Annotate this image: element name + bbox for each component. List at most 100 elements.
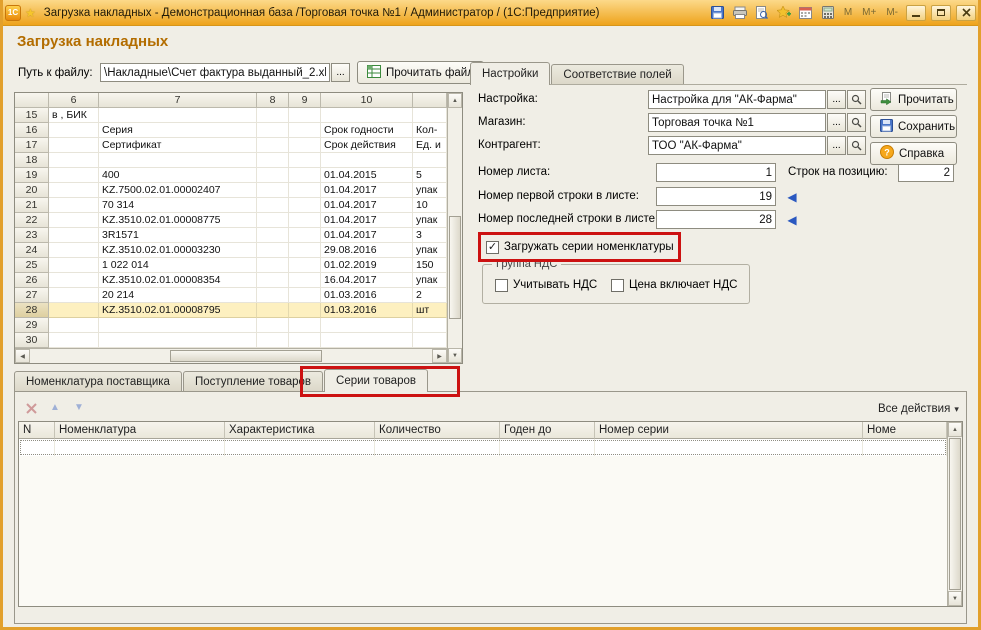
grid-column-header[interactable]: 6 <box>49 93 99 108</box>
nastroika-browse-button[interactable]: ... <box>827 90 846 109</box>
vat-included-label[interactable]: Цена включает НДС <box>629 279 737 291</box>
close-button[interactable] <box>956 5 976 21</box>
grid-cell[interactable]: 01.03.2016 <box>321 303 413 318</box>
bottom-table-column-header[interactable]: Номе <box>863 422 947 439</box>
grid-cell[interactable] <box>289 318 321 333</box>
grid-row-number[interactable]: 27 <box>15 288 49 303</box>
grid-horizontal-scrollbar[interactable]: ◀ ▶ <box>15 348 447 363</box>
grid-cell[interactable] <box>49 153 99 168</box>
grid-cell[interactable] <box>321 153 413 168</box>
grid-row-number[interactable]: 21 <box>15 198 49 213</box>
table-vertical-scrollbar[interactable]: ▲ ▼ <box>947 422 962 606</box>
grid-cell[interactable]: 20 214 <box>99 288 257 303</box>
calculator-icon[interactable] <box>819 4 837 21</box>
grid-cell[interactable] <box>289 138 321 153</box>
grid-cell[interactable] <box>49 243 99 258</box>
grid-cell[interactable]: 01.04.2017 <box>321 198 413 213</box>
grid-row-number[interactable]: 24 <box>15 243 49 258</box>
grid-cell[interactable] <box>49 258 99 273</box>
grid-cell[interactable]: упак <box>413 273 447 288</box>
read-file-button[interactable]: Прочитать файл <box>357 61 484 84</box>
grid-row-number[interactable]: 25 <box>15 258 49 273</box>
bottom-table-column-header[interactable]: Номенклатура <box>55 422 225 439</box>
grid-cell[interactable] <box>289 123 321 138</box>
save-button[interactable]: Сохранить <box>870 115 957 138</box>
grid-cell[interactable] <box>49 198 99 213</box>
grid-cell[interactable] <box>257 288 289 303</box>
grid-row[interactable]: 22KZ.3510.02.01.0000877501.04.2017упак <box>15 213 447 228</box>
magazin-input[interactable] <box>648 113 826 132</box>
grid-cell[interactable] <box>289 183 321 198</box>
help-button[interactable]: ? Справка <box>870 142 957 165</box>
nastroika-open-button[interactable] <box>847 90 866 109</box>
calc-memory-minus-button[interactable]: М- <box>883 7 901 18</box>
grid-cell[interactable]: 01.04.2015 <box>321 168 413 183</box>
grid-cell[interactable]: 3 <box>413 228 447 243</box>
grid-cell[interactable] <box>413 108 447 123</box>
grid-cell[interactable] <box>49 303 99 318</box>
bottom-table-column-header[interactable]: Годен до <box>500 422 595 439</box>
scroll-down-icon[interactable]: ▼ <box>948 591 962 606</box>
scroll-up-icon[interactable]: ▲ <box>448 93 462 108</box>
grid-cell[interactable] <box>289 288 321 303</box>
grid-row-number[interactable]: 19 <box>15 168 49 183</box>
grid-cell[interactable]: Сертификат <box>99 138 257 153</box>
grid-hscroll-track[interactable] <box>30 349 432 363</box>
grid-row[interactable]: 28KZ.3510.02.01.0000879501.03.2016шт <box>15 303 447 318</box>
grid-cell[interactable]: 01.04.2017 <box>321 228 413 243</box>
file-browse-button[interactable]: ... <box>331 63 350 82</box>
table-vscroll-thumb[interactable] <box>949 438 961 590</box>
grid-cell[interactable] <box>257 243 289 258</box>
grid-row-number[interactable]: 20 <box>15 183 49 198</box>
grid-row[interactable]: 15в , БИК <box>15 108 447 123</box>
bottom-table-column-header[interactable]: Количество <box>375 422 500 439</box>
minimize-button[interactable] <box>906 5 926 21</box>
tab-settings[interactable]: Настройки <box>470 62 550 85</box>
grid-column-header[interactable]: 9 <box>289 93 321 108</box>
grid-cell[interactable] <box>99 108 257 123</box>
last-row-input[interactable] <box>656 210 776 229</box>
grid-cell[interactable]: Срок годности <box>321 123 413 138</box>
grid-cell[interactable]: 1 022 014 <box>99 258 257 273</box>
grid-cell[interactable] <box>289 243 321 258</box>
first-row-pick-button[interactable]: ◀ <box>781 187 803 206</box>
magazin-browse-button[interactable]: ... <box>827 113 846 132</box>
grid-cell[interactable] <box>413 318 447 333</box>
file-path-input[interactable] <box>100 63 330 82</box>
calc-memory-plus-button[interactable]: М+ <box>859 7 879 18</box>
grid-row-number[interactable]: 29 <box>15 318 49 333</box>
grid-cell[interactable] <box>289 258 321 273</box>
kontragent-open-button[interactable] <box>847 136 866 155</box>
grid-cell[interactable] <box>49 288 99 303</box>
calendar-icon[interactable] <box>797 4 815 21</box>
grid-column-header-partial[interactable] <box>413 93 447 108</box>
grid-row-number[interactable]: 17 <box>15 138 49 153</box>
print-preview-icon[interactable] <box>753 4 771 21</box>
scroll-up-icon[interactable]: ▲ <box>948 422 962 437</box>
grid-row[interactable]: 2720 21401.03.20162 <box>15 288 447 303</box>
grid-cell[interactable] <box>257 153 289 168</box>
grid-cell[interactable]: Кол- <box>413 123 447 138</box>
first-row-input[interactable] <box>656 187 776 206</box>
grid-cell[interactable] <box>257 318 289 333</box>
delete-row-button[interactable] <box>22 399 40 417</box>
grid-column-header[interactable]: 7 <box>99 93 257 108</box>
grid-cell[interactable]: 01.04.2017 <box>321 213 413 228</box>
grid-cell[interactable] <box>49 318 99 333</box>
grid-row[interactable]: 30 <box>15 333 447 348</box>
grid-cell[interactable]: 70 314 <box>99 198 257 213</box>
grid-cell[interactable]: Ед. и <box>413 138 447 153</box>
grid-cell[interactable] <box>257 333 289 348</box>
grid-cell[interactable]: шт <box>413 303 447 318</box>
grid-cell[interactable] <box>257 123 289 138</box>
grid-cell[interactable] <box>49 333 99 348</box>
grid-cell[interactable]: 150 <box>413 258 447 273</box>
grid-cell[interactable]: 400 <box>99 168 257 183</box>
grid-cell[interactable]: 29.08.2016 <box>321 243 413 258</box>
bottom-table-column-header[interactable]: Номер серии <box>595 422 863 439</box>
grid-column-header[interactable]: 8 <box>257 93 289 108</box>
load-series-checkbox[interactable]: ✓ <box>486 241 499 254</box>
grid-vscroll-track[interactable] <box>448 108 462 348</box>
load-series-label[interactable]: Загружать серии номенклатуры <box>504 241 674 253</box>
grid-cell[interactable]: 10 <box>413 198 447 213</box>
